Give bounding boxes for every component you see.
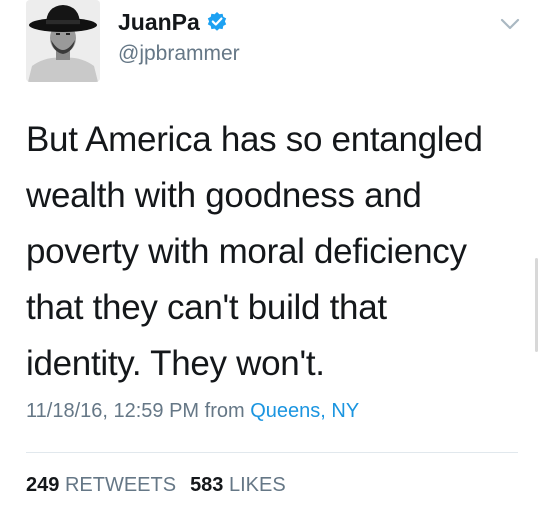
likes-stat[interactable]: 583 LIKES [190, 474, 286, 496]
scrollbar[interactable] [535, 258, 538, 352]
author-handle[interactable]: @jpbrammer [118, 42, 240, 66]
tweet-text-line: that they can't build that [26, 288, 387, 327]
tweet-metadata: 11/18/16, 12:59 PM from Queens, NY [26, 400, 359, 423]
tweet-stats: 249 RETWEETS 583 LIKES [26, 474, 286, 497]
author-name-row[interactable]: JuanPa [118, 6, 228, 38]
divider [26, 452, 518, 453]
tweet-text: But America has so entangled wealth with… [26, 112, 526, 392]
author-name[interactable]: JuanPa [118, 9, 200, 36]
chevron-down-icon[interactable] [498, 14, 522, 34]
tweet-text-line: wealth with goodness and [26, 176, 422, 215]
avatar[interactable] [26, 0, 100, 82]
retweets-stat[interactable]: 249 RETWEETS [26, 474, 176, 496]
tweet-text-line: poverty with moral deficiency [26, 232, 467, 271]
retweets-label: RETWEETS [64, 474, 177, 496]
verified-badge-icon [206, 11, 228, 33]
likes-label: LIKES [229, 474, 286, 496]
tweet-text-line: But America has so entangled [26, 120, 483, 159]
from-label: from [204, 400, 245, 422]
retweets-count: 249 [26, 474, 60, 496]
likes-count: 583 [190, 474, 224, 496]
tweet-location-link[interactable]: Queens, NY [250, 400, 359, 422]
avatar-image [26, 0, 100, 82]
tweet-timestamp[interactable]: 11/18/16, 12:59 PM [26, 400, 199, 422]
tweet-text-line: identity. They won't. [26, 344, 325, 383]
